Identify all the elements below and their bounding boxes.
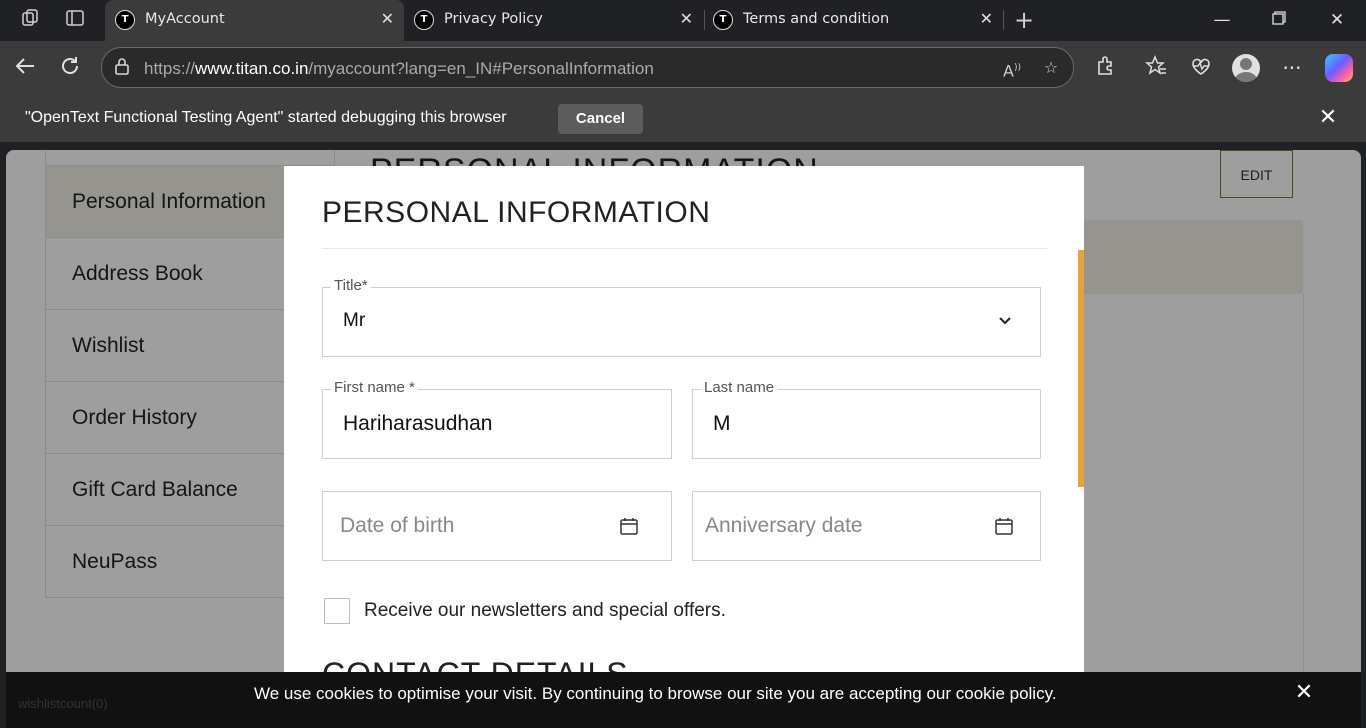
browser-toolbar: https://www.titan.co.in/myaccount?lang=e… <box>0 41 1366 96</box>
date-of-birth-placeholder: Date of birth <box>340 514 455 537</box>
chevron-down-icon <box>999 317 1011 325</box>
titan-logo-icon: T <box>713 10 733 30</box>
anniversary-date-placeholder: Anniversary date <box>705 514 863 537</box>
close-window-icon[interactable]: ✕ <box>1322 8 1352 32</box>
cookie-banner: wishlistcount(0) We use cookies to optim… <box>6 672 1361 728</box>
workspaces-icon[interactable] <box>18 8 42 32</box>
url-text[interactable]: https://www.titan.co.in/myaccount?lang=e… <box>144 59 654 79</box>
first-name-label: First name * <box>331 379 418 396</box>
close-tab-icon[interactable]: ✕ <box>680 9 693 28</box>
date-of-birth-field[interactable]: Date of birth <box>322 491 672 561</box>
favorite-star-icon[interactable]: ☆ <box>1039 56 1063 80</box>
contact-details-heading: CONTACT DETAILS <box>322 656 629 672</box>
close-infobar-icon[interactable]: ✕ <box>1316 106 1340 130</box>
copilot-icon[interactable] <box>1325 54 1353 82</box>
newsletter-label: Receive our newsletters and special offe… <box>364 600 726 621</box>
calendar-icon[interactable] <box>619 516 639 536</box>
refresh-icon[interactable] <box>57 55 83 81</box>
title-label: Title* <box>331 277 371 294</box>
last-name-label: Last name <box>701 379 778 396</box>
first-name-value: Hariharasudhan <box>343 412 493 435</box>
last-name-value: M <box>713 412 731 435</box>
newsletter-checkbox[interactable] <box>324 598 350 624</box>
modal-scrollbar-thumb[interactable] <box>1078 250 1084 487</box>
tab-title: Terms and condition <box>743 11 890 27</box>
tab-myaccount[interactable]: T MyAccount ✕ <box>105 0 404 41</box>
extensions-icon[interactable] <box>1092 55 1118 81</box>
tab-privacy-policy[interactable]: T Privacy Policy ✕ <box>404 0 703 41</box>
titan-logo-icon: T <box>115 10 135 30</box>
tab-separator <box>1003 10 1004 30</box>
personal-information-modal: PERSONAL INFORMATION Title* Mr First nam… <box>284 166 1084 672</box>
restore-icon[interactable] <box>1264 8 1294 32</box>
debugging-message: "OpenText Functional Testing Agent" star… <box>25 109 507 126</box>
address-bar[interactable]: https://www.titan.co.in/myaccount?lang=e… <box>101 47 1074 88</box>
page-viewport: Personal Information Address Book Wishli… <box>6 150 1361 728</box>
wishlist-count-text: wishlistcount(0) <box>18 696 108 711</box>
back-icon[interactable] <box>12 55 38 81</box>
modal-divider <box>322 248 1047 249</box>
profile-avatar[interactable] <box>1232 54 1260 82</box>
lock-icon[interactable] <box>112 57 132 79</box>
tab-actions-icon[interactable] <box>63 8 87 32</box>
close-cookie-banner-icon[interactable]: ✕ <box>1293 682 1315 704</box>
calendar-icon[interactable] <box>994 516 1014 536</box>
browser-essentials-icon[interactable] <box>1188 55 1214 81</box>
debugging-infobar: "OpenText Functional Testing Agent" star… <box>0 96 1366 142</box>
modal-title: PERSONAL INFORMATION <box>322 196 711 229</box>
read-aloud-icon[interactable]: A)) <box>1000 56 1024 80</box>
new-tab-icon[interactable]: + <box>1012 8 1036 32</box>
title-value: Mr <box>343 310 366 331</box>
close-tab-icon[interactable]: ✕ <box>381 9 394 28</box>
titan-logo-icon: T <box>414 10 434 30</box>
cookie-message: We use cookies to optimise your visit. B… <box>254 684 1057 703</box>
tab-terms-and-condition[interactable]: T Terms and condition ✕ <box>703 0 1003 41</box>
tab-title: MyAccount <box>145 11 225 27</box>
browser-tab-strip: T MyAccount ✕ T Privacy Policy ✕ T Terms… <box>0 0 1366 41</box>
anniversary-date-field[interactable]: Anniversary date <box>692 491 1041 561</box>
favorites-icon[interactable] <box>1143 55 1169 81</box>
first-name-field[interactable]: First name * Hariharasudhan <box>322 379 672 459</box>
title-select[interactable]: Title* Mr <box>322 277 1041 357</box>
close-tab-icon[interactable]: ✕ <box>980 9 993 28</box>
last-name-field[interactable]: Last name M <box>692 379 1041 459</box>
cancel-debugging-button[interactable]: Cancel <box>558 104 643 134</box>
minimize-icon[interactable]: — <box>1207 8 1237 32</box>
tab-title: Privacy Policy <box>444 11 543 27</box>
more-options-icon[interactable]: ··· <box>1279 55 1305 81</box>
